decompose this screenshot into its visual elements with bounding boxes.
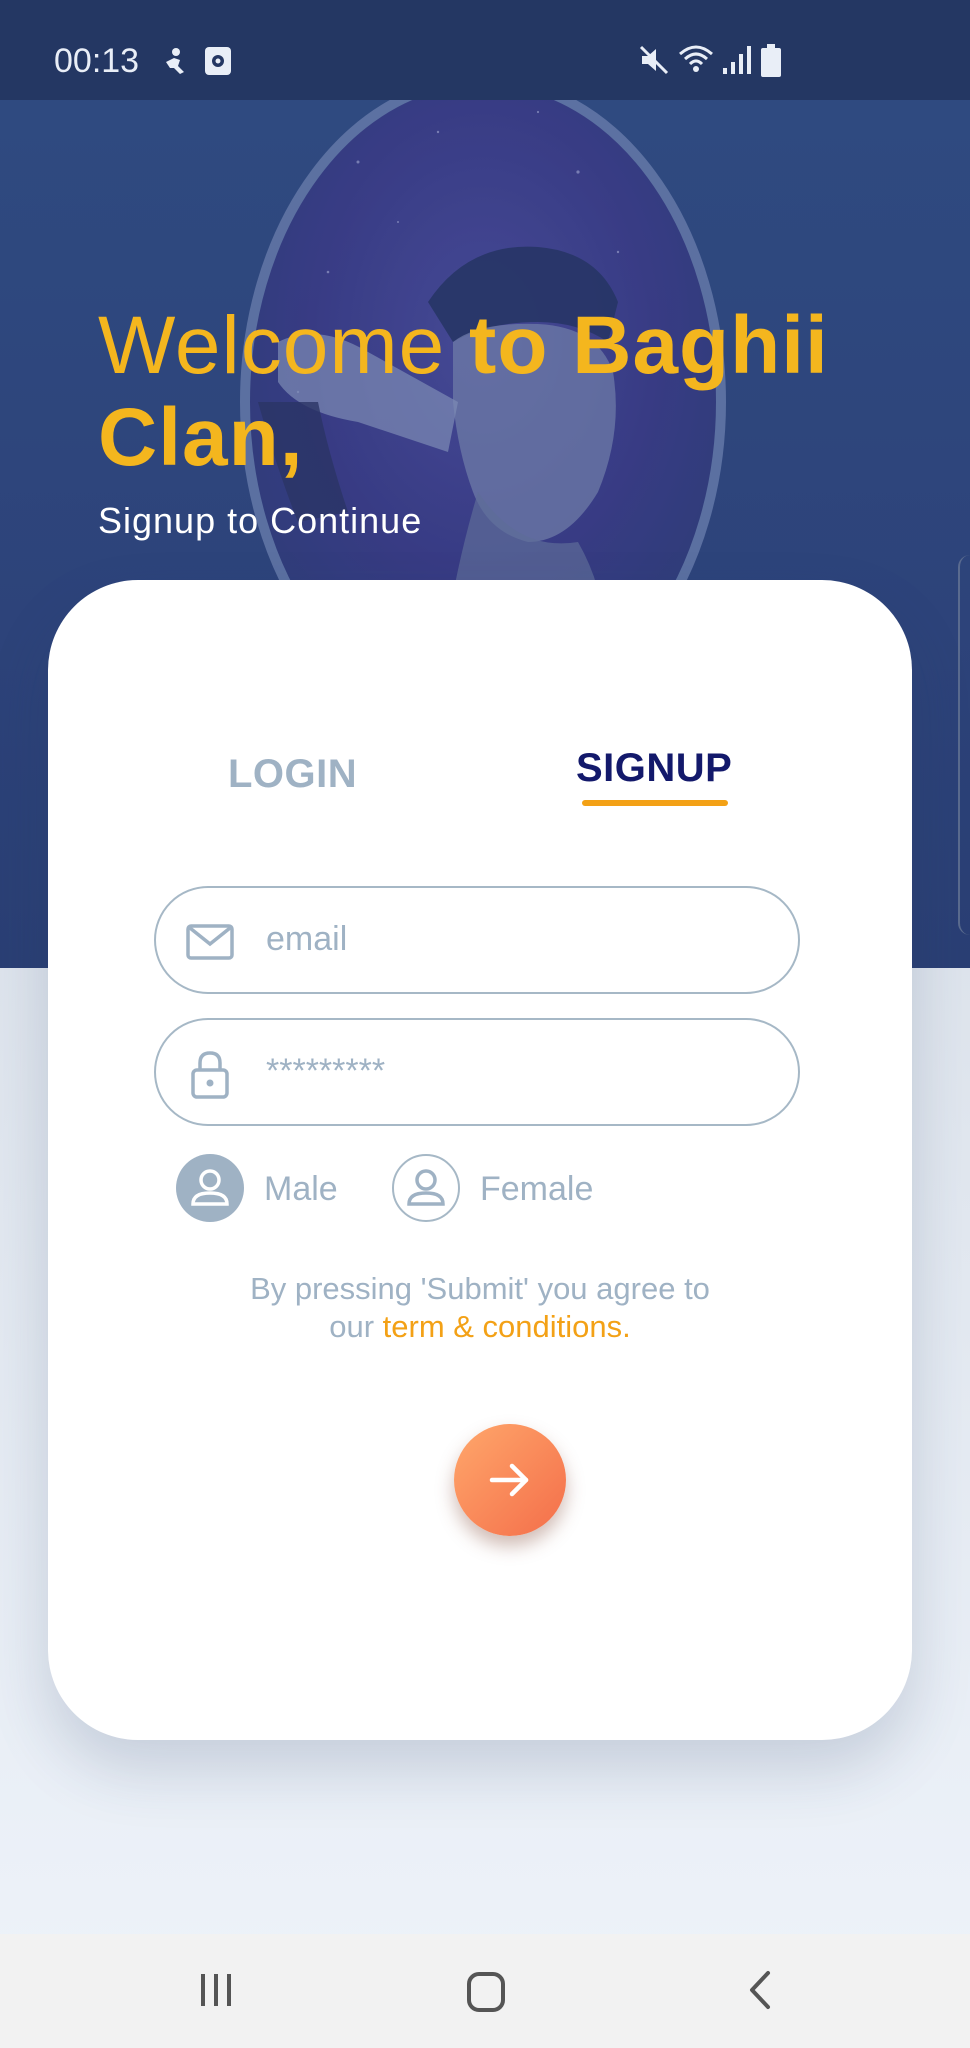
wifi-icon — [678, 42, 714, 81]
terms-link[interactable]: term & conditions. — [383, 1309, 631, 1344]
system-navigation-bar — [0, 1934, 970, 2048]
status-bar: 00:13 — [0, 0, 970, 100]
mute-icon — [638, 44, 670, 81]
edge-panel-handle[interactable] — [958, 555, 970, 935]
home-icon[interactable] — [464, 1970, 508, 2019]
active-tab-indicator — [582, 800, 728, 806]
status-time: 00:13 — [54, 42, 140, 80]
recent-apps-icon[interactable] — [196, 1970, 236, 2015]
battery-icon — [760, 44, 782, 83]
email-field[interactable]: email — [154, 886, 800, 994]
terms-notice: By pressing 'Submit' you agree to our te… — [240, 1270, 720, 1346]
password-field[interactable]: ********* — [154, 1018, 800, 1126]
password-value: ********* — [266, 1052, 386, 1090]
signal-icon — [722, 44, 752, 81]
welcome-title-regular: Welcome — [98, 300, 446, 391]
tab-signup[interactable]: SIGNUP — [576, 746, 732, 791]
mail-icon — [184, 916, 236, 968]
auth-card: LOGIN SIGNUP email ********* Male Female… — [48, 580, 912, 1740]
tab-login[interactable]: LOGIN — [228, 752, 357, 797]
arrow-right-icon — [489, 1463, 529, 1497]
email-placeholder: email — [266, 920, 348, 958]
submit-button[interactable] — [454, 1424, 566, 1536]
welcome-title: Welcome to Baghii Clan, — [98, 300, 888, 484]
accessibility-icon — [158, 46, 190, 83]
screen-record-icon — [204, 46, 232, 81]
male-label: Male — [264, 1170, 338, 1208]
welcome-subtitle: Signup to Continue — [98, 500, 423, 541]
back-icon[interactable] — [742, 1970, 778, 2015]
lock-icon — [184, 1048, 236, 1100]
male-avatar-icon — [176, 1154, 244, 1222]
female-label: Female — [480, 1170, 594, 1208]
female-avatar-icon — [392, 1154, 460, 1222]
